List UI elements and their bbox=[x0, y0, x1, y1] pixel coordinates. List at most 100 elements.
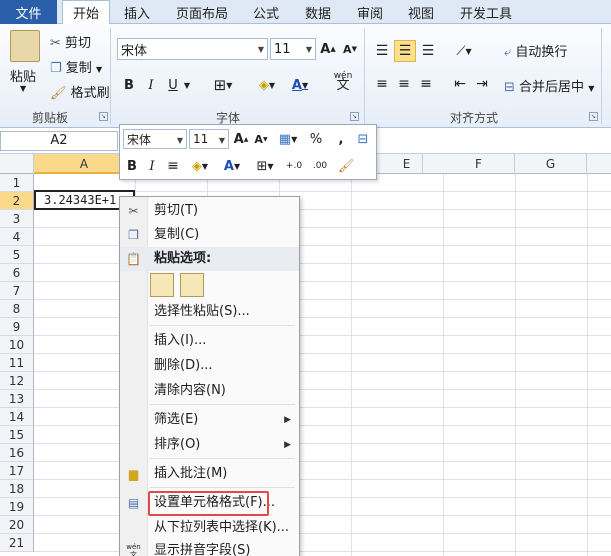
tab-file[interactable]: 文件 bbox=[0, 0, 57, 24]
copy-button[interactable]: ❐ 复制 ▼ bbox=[50, 57, 102, 76]
clipboard-launcher-icon[interactable]: ↘ bbox=[99, 112, 108, 121]
row-header[interactable]: 7 bbox=[0, 282, 34, 300]
font-size-combo[interactable]: 11 ▼ bbox=[270, 38, 316, 60]
row-header[interactable]: 5 bbox=[0, 246, 34, 264]
wrap-text-button[interactable]: ⤶ 自动换行 bbox=[504, 41, 567, 60]
format-painter-button[interactable]: 🖌 格式刷 bbox=[50, 82, 110, 101]
mini-font-color-icon[interactable]: A ▼ bbox=[218, 156, 246, 176]
align-top-icon[interactable]: ☰ bbox=[372, 40, 392, 62]
menu-item-cut[interactable]: ✂ 剪切(T) bbox=[120, 199, 299, 223]
menu-item-copy[interactable]: ❐ 复制(C) bbox=[120, 223, 299, 247]
mini-fill-color-icon[interactable]: ◈ ▼ bbox=[186, 156, 214, 176]
tab-data[interactable]: 数据 bbox=[305, 0, 331, 24]
align-middle-icon[interactable]: ☰ bbox=[394, 40, 416, 62]
paste-option-icon[interactable] bbox=[150, 273, 174, 297]
font-color-icon[interactable]: A ▼ bbox=[285, 74, 315, 96]
row-header[interactable]: 17 bbox=[0, 462, 34, 480]
row-header[interactable]: 4 bbox=[0, 228, 34, 246]
mini-font-name-combo[interactable]: 宋体 ▼ bbox=[123, 129, 187, 149]
tab-page-layout[interactable]: 页面布局 bbox=[176, 0, 228, 24]
paste-icon[interactable] bbox=[10, 30, 40, 62]
paste-values-icon[interactable] bbox=[180, 273, 204, 297]
tab-insert[interactable]: 插入 bbox=[124, 0, 150, 24]
font-name-combo[interactable]: 宋体 ▼ bbox=[117, 38, 268, 60]
italic-button[interactable]: I bbox=[142, 74, 160, 96]
mini-merge-icon[interactable]: ⊟ bbox=[354, 129, 372, 149]
row-header[interactable]: 2 bbox=[0, 192, 34, 210]
mini-center-icon[interactable]: ≡ bbox=[164, 156, 182, 176]
menu-item-filter[interactable]: 筛选(E) ▶ bbox=[120, 408, 299, 432]
orientation-icon[interactable]: ⟋ ▼ bbox=[450, 40, 478, 62]
row-header[interactable]: 8 bbox=[0, 300, 34, 318]
row-header[interactable]: 3 bbox=[0, 210, 34, 228]
comma-style-button[interactable]: , bbox=[334, 129, 348, 149]
decrease-decimal-icon[interactable]: .00 bbox=[308, 156, 332, 176]
menu-item-delete[interactable]: 删除(D)... bbox=[120, 354, 299, 378]
mini-italic-button[interactable]: I bbox=[144, 156, 160, 176]
row-header[interactable]: 20 bbox=[0, 516, 34, 534]
menu-separator bbox=[150, 487, 295, 488]
shrink-font-icon[interactable]: A ▼ bbox=[340, 38, 360, 60]
row-header[interactable]: 21 bbox=[0, 534, 34, 552]
mini-borders-icon[interactable]: ⊞ ▼ bbox=[252, 156, 278, 176]
bold-button[interactable]: B bbox=[120, 74, 138, 96]
tab-review[interactable]: 审阅 bbox=[357, 0, 383, 24]
mini-number-format-icon[interactable]: ▦ ▼ bbox=[274, 129, 302, 149]
select-all-corner[interactable] bbox=[0, 154, 34, 174]
fill-color-icon[interactable]: ◈ ▼ bbox=[252, 74, 282, 96]
row-header[interactable]: 13 bbox=[0, 390, 34, 408]
column-header[interactable]: G bbox=[515, 154, 587, 174]
increase-indent-icon[interactable]: ⇥ bbox=[472, 73, 492, 95]
tab-home[interactable]: 开始 bbox=[62, 0, 111, 25]
font-launcher-icon[interactable]: ↘ bbox=[350, 112, 359, 121]
underline-dropdown-icon[interactable]: ▼ bbox=[182, 74, 192, 96]
name-box[interactable]: A2 bbox=[0, 131, 118, 151]
mini-format-painter-icon[interactable]: 🖌 bbox=[336, 156, 356, 176]
align-center-icon[interactable]: ≡ bbox=[394, 73, 414, 95]
mini-grow-font-icon[interactable]: A ▲ bbox=[232, 129, 250, 149]
brush-icon: 🖌 bbox=[50, 86, 67, 101]
decrease-indent-icon[interactable]: ⇤ bbox=[450, 73, 470, 95]
row-header[interactable]: 10 bbox=[0, 336, 34, 354]
underline-button[interactable]: U bbox=[164, 74, 182, 96]
paste-dropdown-icon[interactable]: ▼ bbox=[20, 84, 26, 93]
menu-item-show-phonetic[interactable]: wén 文 显示拼音字段(S) bbox=[120, 539, 299, 556]
row-header[interactable]: 11 bbox=[0, 354, 34, 372]
menu-item-pick-from-list[interactable]: 从下拉列表中选择(K)... bbox=[120, 516, 299, 540]
merge-center-button[interactable]: ⊟ 合并后居中 ▼ bbox=[504, 76, 594, 95]
mini-font-size-combo[interactable]: 11 ▼ bbox=[189, 129, 229, 149]
column-header[interactable]: F bbox=[443, 154, 515, 174]
row-header[interactable]: 15 bbox=[0, 426, 34, 444]
row-header[interactable]: 19 bbox=[0, 498, 34, 516]
paste-button[interactable]: 粘贴 bbox=[10, 66, 36, 85]
mini-shrink-font-icon[interactable]: A ▼ bbox=[252, 129, 270, 149]
row-header[interactable]: 9 bbox=[0, 318, 34, 336]
tab-developer[interactable]: 开发工具 bbox=[460, 0, 512, 24]
menu-item-clear-contents[interactable]: 清除内容(N) bbox=[120, 379, 299, 403]
align-left-icon[interactable]: ≡ bbox=[372, 73, 392, 95]
menu-item-insert[interactable]: 插入(I)... bbox=[120, 329, 299, 353]
context-menu: ✂ 剪切(T) ❐ 复制(C) 📋 粘贴选项: 选择性粘贴(S)... 插入(I… bbox=[119, 196, 300, 556]
mini-bold-button[interactable]: B bbox=[124, 156, 140, 176]
tab-formulas[interactable]: 公式 bbox=[253, 0, 279, 24]
increase-decimal-icon[interactable]: +.0 bbox=[282, 156, 306, 176]
menu-item-insert-comment[interactable]: ▆ 插入批注(M) bbox=[120, 462, 299, 486]
tab-view[interactable]: 视图 bbox=[408, 0, 434, 24]
menu-item-paste-special[interactable]: 选择性粘贴(S)... bbox=[120, 300, 299, 324]
align-bottom-icon[interactable]: ☰ bbox=[418, 40, 438, 62]
row-header[interactable]: 16 bbox=[0, 444, 34, 462]
row-header[interactable]: 12 bbox=[0, 372, 34, 390]
row-header[interactable]: 1 bbox=[0, 174, 34, 192]
phonetic-icon[interactable]: wén 文 bbox=[328, 70, 358, 92]
cut-button[interactable]: ✂ 剪切 bbox=[50, 32, 91, 51]
percent-style-button[interactable]: % bbox=[308, 129, 324, 149]
row-header[interactable]: 18 bbox=[0, 480, 34, 498]
row-header[interactable]: 6 bbox=[0, 264, 34, 282]
align-right-icon[interactable]: ≡ bbox=[416, 73, 436, 95]
alignment-launcher-icon[interactable]: ↘ bbox=[589, 112, 598, 121]
borders-icon[interactable]: ⊞ ▼ bbox=[208, 74, 238, 96]
row-header[interactable]: 14 bbox=[0, 408, 34, 426]
wrap-text-icon: ⤶ bbox=[504, 45, 512, 60]
grow-font-icon[interactable]: A ▲ bbox=[318, 38, 338, 60]
menu-item-sort[interactable]: 排序(O) ▶ bbox=[120, 433, 299, 457]
